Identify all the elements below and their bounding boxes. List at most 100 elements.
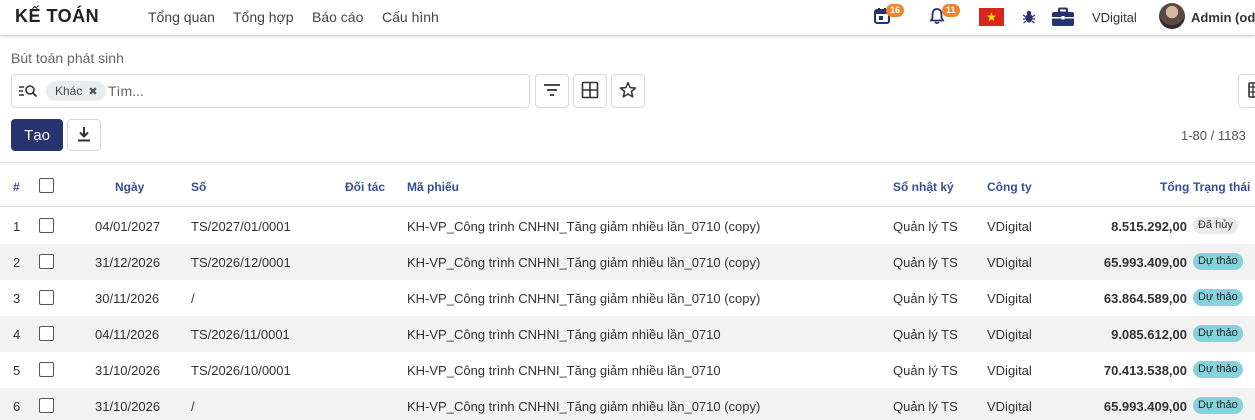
- group-by-icon: [581, 81, 599, 102]
- filter-icon: [543, 83, 561, 100]
- remove-facet-icon[interactable]: ✖: [88, 85, 97, 98]
- column-journal[interactable]: Sổ nhật ký: [893, 180, 954, 194]
- status-badge: Dự thảo: [1193, 397, 1243, 414]
- column-status[interactable]: Trạng thái: [1193, 180, 1250, 194]
- row-journal: Quản lý TS: [893, 255, 958, 270]
- row-index: 3: [13, 291, 21, 306]
- table-row[interactable]: 1 04/01/2027 TS/2027/01/0001 KH-VP_Công trì…: [0, 208, 1255, 244]
- breadcrumb: Bút toán phát sinh: [11, 50, 124, 66]
- column-partner[interactable]: Đối tác: [345, 180, 385, 194]
- row-index: 6: [13, 399, 21, 414]
- table-row[interactable]: 2 31/12/2026 TS/2026/12/0001 KH-VP_Công trì…: [0, 244, 1255, 280]
- search-facet: Khác ✖: [46, 81, 106, 101]
- export-button[interactable]: [67, 119, 101, 151]
- row-journal: Quản lý TS: [893, 327, 958, 342]
- row-company: VDigital: [987, 363, 1032, 378]
- row-number: TS/2026/12/0001: [191, 255, 291, 270]
- status-badge: Dự thảo: [1193, 325, 1243, 342]
- menu-configuration[interactable]: Cấu hình: [382, 9, 439, 25]
- row-company: VDigital: [987, 255, 1032, 270]
- search-bar[interactable]: Khác ✖: [11, 74, 530, 108]
- vietnam-flag-icon[interactable]: [979, 5, 1004, 29]
- column-total[interactable]: Tổng: [1160, 180, 1189, 194]
- row-total: 8.515.292,00: [1111, 219, 1187, 234]
- row-date: 30/11/2026: [95, 291, 160, 306]
- list-view-button[interactable]: [1238, 74, 1255, 108]
- row-index: 5: [13, 363, 21, 378]
- row-date: 31/10/2026: [95, 363, 161, 378]
- list-view-icon: [1247, 81, 1255, 101]
- user-avatar[interactable]: [1159, 3, 1185, 29]
- top-navbar: KẾ TOÁN Tổng quan Tổng hợp Báo cáo Cấu h…: [0, 0, 1255, 36]
- row-index: 4: [13, 327, 21, 342]
- column-company[interactable]: Công ty: [987, 180, 1032, 194]
- briefcase-icon[interactable]: [1051, 5, 1075, 29]
- journal-entries-table: # Ngày Số Đối tác Mã phiếu Sổ nhật ký Cô…: [0, 162, 1255, 420]
- column-number[interactable]: Số: [191, 180, 206, 194]
- row-total: 70.413.538,00: [1103, 363, 1187, 378]
- row-checkbox[interactable]: [39, 254, 54, 269]
- row-voucher: KH-VP_Công trình CNHNI_Tăng giảm nhiều l…: [407, 327, 721, 342]
- table-row[interactable]: 4 04/11/2026 TS/2026/11/0001 KH-VP_Công trì…: [0, 316, 1255, 352]
- row-number: /: [191, 399, 195, 414]
- row-checkbox[interactable]: [39, 326, 54, 341]
- notifications-menu[interactable]: 11: [928, 4, 960, 29]
- table-row[interactable]: 5 31/10/2026 TS/2026/10/0001 KH-VP_Công trì…: [0, 352, 1255, 388]
- select-all-checkbox[interactable]: [39, 178, 54, 193]
- row-number: TS/2026/10/0001: [191, 363, 291, 378]
- row-journal: Quản lý TS: [893, 399, 958, 414]
- notification-count-badge: 11: [942, 4, 960, 17]
- row-company: VDigital: [987, 399, 1032, 414]
- search-icon: [18, 84, 38, 101]
- app-title[interactable]: KẾ TOÁN: [15, 6, 99, 27]
- row-journal: Quản lý TS: [893, 219, 958, 234]
- row-date: 04/11/2026: [95, 327, 160, 342]
- row-checkbox[interactable]: [39, 362, 54, 377]
- search-input[interactable]: [108, 81, 518, 101]
- menu-reports[interactable]: Báo cáo: [312, 9, 363, 25]
- group-by-button[interactable]: [573, 74, 607, 108]
- row-number: TS/2027/01/0001: [191, 219, 291, 234]
- row-checkbox[interactable]: [39, 290, 54, 305]
- row-number: /: [191, 291, 195, 306]
- status-badge: Dự thảo: [1193, 361, 1243, 378]
- table-row[interactable]: 3 30/11/2026 / KH-VP_Công trình CNHNI_Tăng …: [0, 280, 1255, 316]
- row-date: 31/10/2026: [95, 399, 161, 414]
- row-checkbox[interactable]: [39, 398, 54, 413]
- row-company: VDigital: [987, 327, 1032, 342]
- row-total: 65.993.409,00: [1103, 399, 1187, 414]
- column-date[interactable]: Ngày: [115, 180, 144, 194]
- row-date: 04/01/2027: [95, 219, 161, 234]
- row-voucher: KH-VP_Công trình CNHNI_Tăng giảm nhiều l…: [407, 363, 721, 378]
- row-voucher: KH-VP_Công trình CNHNI_Tăng giảm nhiều l…: [407, 219, 761, 234]
- row-company: VDigital: [987, 219, 1032, 234]
- favorites-button[interactable]: [611, 74, 645, 108]
- menu-summary[interactable]: Tổng hợp: [233, 9, 294, 25]
- row-index: 2: [13, 255, 21, 270]
- favorite-star-icon: [619, 81, 637, 102]
- status-badge: Dự thảo: [1193, 253, 1243, 270]
- row-company: VDigital: [987, 291, 1032, 306]
- row-voucher: KH-VP_Công trình CNHNI_Tăng giảm nhiều l…: [407, 291, 761, 306]
- bug-icon[interactable]: [1022, 5, 1036, 29]
- row-journal: Quản lý TS: [893, 363, 958, 378]
- table-row[interactable]: 6 31/10/2026 / KH-VP_Công trình CNHNI_Tăng …: [0, 388, 1255, 420]
- user-menu[interactable]: Admin (odo: [1191, 10, 1255, 25]
- status-badge: Dự thảo: [1193, 289, 1243, 306]
- pager-value[interactable]: 1-80 / 1183: [1181, 128, 1246, 143]
- column-voucher[interactable]: Mã phiếu: [407, 180, 459, 194]
- activity-count-badge: 16: [886, 4, 905, 17]
- activity-menu[interactable]: 16: [873, 4, 905, 29]
- row-total: 65.993.409,00: [1103, 255, 1187, 270]
- filter-button[interactable]: [535, 74, 569, 108]
- row-checkbox[interactable]: [39, 218, 54, 233]
- facet-label: Khác: [55, 84, 83, 98]
- row-index: 1: [13, 219, 21, 234]
- row-voucher: KH-VP_Công trình CNHNI_Tăng giảm nhiều l…: [407, 255, 761, 270]
- create-button[interactable]: Tạo: [11, 119, 63, 151]
- row-total: 9.085.612,00: [1111, 327, 1187, 342]
- download-icon: [76, 126, 92, 145]
- company-switcher[interactable]: VDigital: [1092, 10, 1137, 25]
- row-number: TS/2026/11/0001: [191, 327, 290, 342]
- menu-overview[interactable]: Tổng quan: [148, 9, 215, 25]
